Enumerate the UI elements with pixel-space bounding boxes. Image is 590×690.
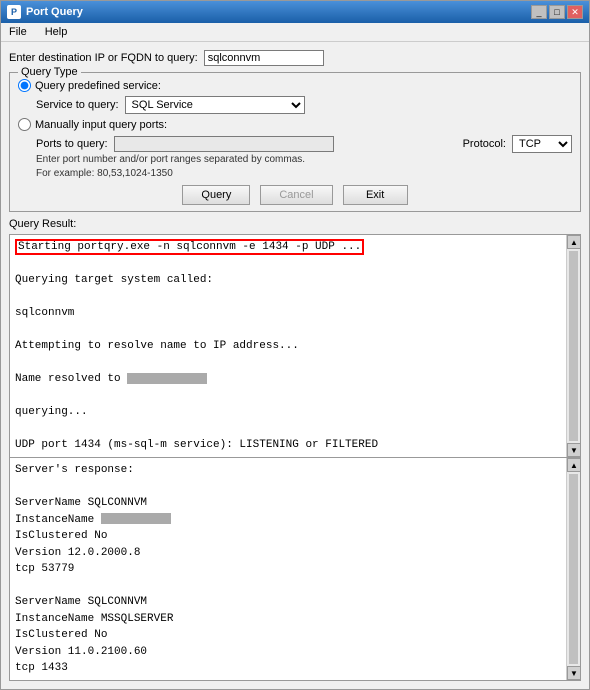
pane2-line-ver1: Version 12.0.2000.8: [15, 545, 561, 562]
pane1-scroll-down[interactable]: ▼: [567, 443, 581, 457]
title-bar: P Port Query _ □ ✕: [1, 1, 589, 23]
result-label: Query Result:: [9, 218, 581, 230]
pane2-line-srv2: ServerName SQLCONNVM: [15, 594, 561, 611]
pane2-blank2: [15, 578, 561, 595]
pane1-blank5: [15, 388, 561, 405]
pane2-line-clust1: IsClustered No: [15, 528, 561, 545]
pane1-blank6: [15, 421, 561, 438]
masked-instance1: [101, 513, 171, 524]
radio-predefined-label: Query predefined service:: [35, 80, 161, 92]
pane1-line3: Attempting to resolve name to IP address…: [15, 338, 561, 355]
pane1-blank2: [15, 289, 561, 306]
destination-row: Enter destination IP or FQDN to query:: [9, 50, 581, 66]
query-button[interactable]: Query: [182, 185, 250, 205]
ports-label: Ports to query:: [36, 138, 108, 150]
query-type-legend: Query Type: [18, 66, 81, 78]
pane2-content[interactable]: Server's response: ServerName SQLCONNVM …: [10, 458, 566, 680]
service-row: Service to query: SQL Service: [36, 96, 572, 114]
menu-bar: File Help: [1, 23, 589, 42]
result-pane1: Starting portqry.exe -n sqlconnvm -e 143…: [9, 234, 581, 458]
pane1-line5: querying...: [15, 404, 561, 421]
ports-input[interactable]: [114, 136, 334, 152]
pane2-line-clust2: IsClustered No: [15, 627, 561, 644]
pane2-blank3: [15, 677, 561, 681]
protocol-select[interactable]: TCP UDP: [512, 135, 572, 153]
pane1-blank1: [15, 256, 561, 273]
window-title: Port Query: [26, 6, 83, 18]
pane2-line-tcp1: tcp 53779: [15, 561, 561, 578]
service-select[interactable]: SQL Service: [125, 96, 305, 114]
pane1-blank3: [15, 322, 561, 339]
result-section: Query Result: Starting portqry.exe -n sq…: [9, 218, 581, 681]
pane1-line1: Querying target system called:: [15, 272, 561, 289]
maximize-button[interactable]: □: [549, 5, 565, 19]
pane1-line2: sqlconnvm: [15, 305, 561, 322]
exit-button[interactable]: Exit: [343, 185, 408, 205]
dest-input[interactable]: [204, 50, 324, 66]
title-controls: _ □ ✕: [531, 5, 583, 19]
pane2-line-srv1: ServerName SQLCONNVM: [15, 495, 561, 512]
pane2-scroll-up[interactable]: ▲: [567, 458, 581, 472]
radio-manual-row: Manually input query ports:: [18, 118, 572, 131]
service-label: Service to query:: [36, 99, 119, 111]
hint-line1: Enter port number and/or port ranges sep…: [36, 154, 305, 165]
radio-predefined-row: Query predefined service:: [18, 79, 572, 92]
pane1-line4: Name resolved to: [15, 371, 561, 388]
pane2-line-tcp2: tcp 1433: [15, 660, 561, 677]
radio-manual-label: Manually input query ports:: [35, 119, 167, 131]
radio-predefined[interactable]: [18, 79, 31, 92]
file-menu[interactable]: File: [5, 25, 31, 39]
masked-ip: [127, 373, 207, 384]
query-type-group: Query Type Query predefined service: Ser…: [9, 72, 581, 212]
help-menu[interactable]: Help: [41, 25, 72, 39]
title-bar-left: P Port Query: [7, 5, 83, 19]
pane1-line-highlight: Starting portqry.exe -n sqlconnvm -e 143…: [15, 239, 561, 256]
cancel-button[interactable]: Cancel: [260, 185, 332, 205]
protocol-label: Protocol:: [463, 138, 506, 150]
dest-label: Enter destination IP or FQDN to query:: [9, 52, 198, 64]
pane2-scroll-down[interactable]: ▼: [567, 666, 581, 680]
pane2-scrollbar[interactable]: ▲ ▼: [566, 458, 580, 680]
app-icon: P: [7, 5, 21, 19]
button-row: Query Cancel Exit: [18, 185, 572, 205]
pane2-line-inst2: InstanceName MSSQLSERVER: [15, 611, 561, 628]
hint-text: Enter port number and/or port ranges sep…: [36, 153, 572, 181]
pane1-scroll-thumb[interactable]: [569, 251, 578, 441]
pane1-blank7: [15, 454, 561, 458]
pane1-scrollbar[interactable]: ▲ ▼: [566, 235, 580, 457]
ports-row: Ports to query: Protocol: TCP UDP: [18, 135, 572, 153]
pane2-line-inst1: InstanceName: [15, 512, 561, 529]
minimize-button[interactable]: _: [531, 5, 547, 19]
pane1-content[interactable]: Starting portqry.exe -n sqlconnvm -e 143…: [10, 235, 566, 457]
main-window: P Port Query _ □ ✕ File Help Enter desti…: [0, 0, 590, 690]
result-panes: Starting portqry.exe -n sqlconnvm -e 143…: [9, 234, 581, 681]
pane2-line-server-response: Server's response:: [15, 462, 561, 479]
pane1-scroll-up[interactable]: ▲: [567, 235, 581, 249]
highlight-command: Starting portqry.exe -n sqlconnvm -e 143…: [15, 239, 364, 255]
pane2-blank1: [15, 479, 561, 496]
pane1-blank4: [15, 355, 561, 372]
hint-line2: For example: 80,53,1024-1350: [36, 168, 173, 179]
close-button[interactable]: ✕: [567, 5, 583, 19]
main-content: Enter destination IP or FQDN to query: Q…: [1, 42, 589, 689]
result-pane2: Server's response: ServerName SQLCONNVM …: [9, 458, 581, 681]
pane2-line-ver2: Version 11.0.2100.60: [15, 644, 561, 661]
pane1-line6: UDP port 1434 (ms-sql-m service): LISTEN…: [15, 437, 561, 454]
radio-manual[interactable]: [18, 118, 31, 131]
pane2-scroll-thumb[interactable]: [569, 474, 578, 664]
